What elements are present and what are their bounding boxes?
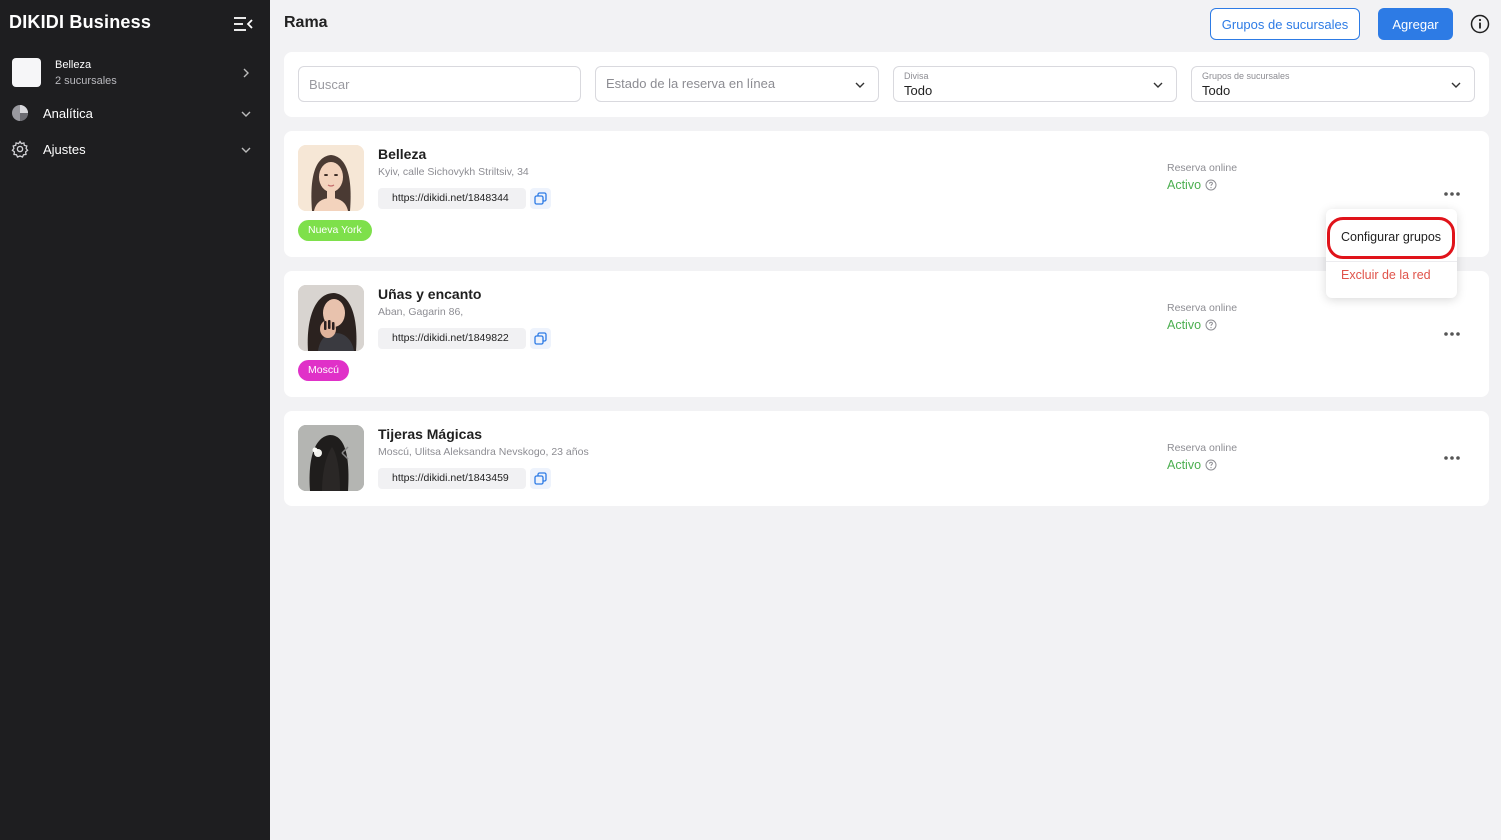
currency-select[interactable]: Divisa Todo (893, 66, 1177, 102)
branch-context-menu: Configurar grupos Excluir de la red (1326, 209, 1457, 298)
question-icon[interactable] (1205, 459, 1217, 471)
question-icon[interactable] (1205, 179, 1217, 191)
online-status-placeholder: Estado de la reserva en línea (606, 76, 776, 91)
add-button[interactable]: Agregar (1378, 8, 1453, 40)
sidebar-item-label: Analítica (43, 106, 93, 121)
more-options-icon[interactable] (1440, 188, 1464, 200)
page-title: Rama (284, 14, 328, 31)
sidebar-item-analytics[interactable]: Analítica (0, 99, 270, 127)
branch-address: Moscú, Ulitsa Aleksandra Nevskogo, 23 añ… (378, 446, 589, 458)
account-name: Belleza (55, 59, 92, 71)
online-booking-status: Activo (1167, 178, 1202, 192)
account-switcher[interactable]: Belleza 2 sucursales (0, 53, 270, 93)
question-icon[interactable] (1205, 319, 1217, 331)
branch-address: Aban, Gagarin 86, (378, 306, 464, 318)
online-booking-label: Reserva online (1167, 162, 1238, 174)
branch-card: Belleza Kyiv, calle Sichovykh Striltsiv,… (284, 131, 1489, 257)
info-icon[interactable] (1470, 14, 1490, 34)
branch-photo (298, 285, 364, 351)
sidebar-item-label: Ajustes (43, 142, 86, 157)
online-booking-status: Activo (1167, 458, 1202, 472)
more-options-icon[interactable] (1440, 328, 1464, 340)
search-input[interactable] (298, 66, 581, 102)
filter-bar: Estado de la reserva en línea Divisa Tod… (284, 52, 1489, 117)
chevron-down-icon (1451, 82, 1461, 88)
copy-icon (534, 192, 547, 205)
more-options-icon[interactable] (1440, 452, 1464, 464)
sidebar-item-settings[interactable]: Ajustes (0, 135, 270, 163)
copy-link-button[interactable] (530, 328, 551, 349)
gear-icon (11, 140, 29, 158)
online-booking-label: Reserva online (1167, 442, 1238, 454)
copy-link-button[interactable] (530, 188, 551, 209)
account-avatar (12, 58, 41, 87)
copy-link-button[interactable] (530, 468, 551, 489)
branch-link[interactable]: https://dikidi.net/1849822 (378, 328, 526, 349)
currency-label: Divisa (904, 71, 929, 81)
exclude-from-network-menu-item[interactable]: Excluir de la red (1341, 268, 1431, 282)
branch-card: Uñas y encanto Aban, Gagarin 86, https:/… (284, 271, 1489, 397)
chevron-down-icon (855, 82, 865, 88)
pie-chart-icon (12, 105, 28, 121)
chevron-down-icon (241, 111, 251, 117)
branch-photo (298, 425, 364, 491)
online-booking-status: Activo (1167, 318, 1202, 332)
branch-card: Tijeras Mágicas Moscú, Ulitsa Aleksandra… (284, 411, 1489, 506)
account-subtitle: 2 sucursales (55, 75, 117, 87)
online-booking-label: Reserva online (1167, 302, 1238, 314)
branch-link[interactable]: https://dikidi.net/1848344 (378, 188, 526, 209)
branch-address: Kyiv, calle Sichovykh Striltsiv, 34 (378, 166, 529, 178)
branch-name: Tijeras Mágicas (378, 426, 483, 442)
chevron-right-icon (243, 68, 249, 78)
branch-group-tag: Moscú (298, 360, 349, 381)
configure-groups-label: Configurar grupos (1341, 230, 1442, 244)
branch-groups-button[interactable]: Grupos de sucursales (1210, 8, 1360, 40)
chevron-down-icon (1153, 82, 1163, 88)
configure-groups-menu-item[interactable]: Configurar grupos (1326, 215, 1457, 259)
branch-groups-value: Todo (1202, 83, 1231, 98)
copy-icon (534, 472, 547, 485)
sidebar: DIKIDI Business Belleza 2 sucursales Ana… (0, 0, 270, 840)
branch-group-tag: Nueva York (298, 220, 372, 241)
copy-icon (534, 332, 547, 345)
menu-divider (1326, 261, 1457, 262)
collapse-menu-icon[interactable] (232, 14, 254, 34)
branch-name: Belleza (378, 146, 427, 162)
online-status-select[interactable]: Estado de la reserva en línea (595, 66, 879, 102)
branch-photo (298, 145, 364, 211)
currency-value: Todo (904, 83, 933, 98)
brand-logo: DIKIDI Business (9, 12, 152, 32)
chevron-down-icon (241, 147, 251, 153)
branch-name: Uñas y encanto (378, 286, 482, 302)
branch-groups-label: Grupos de sucursales (1202, 71, 1290, 81)
branch-groups-select[interactable]: Grupos de sucursales Todo (1191, 66, 1475, 102)
branch-link[interactable]: https://dikidi.net/1843459 (378, 468, 526, 489)
